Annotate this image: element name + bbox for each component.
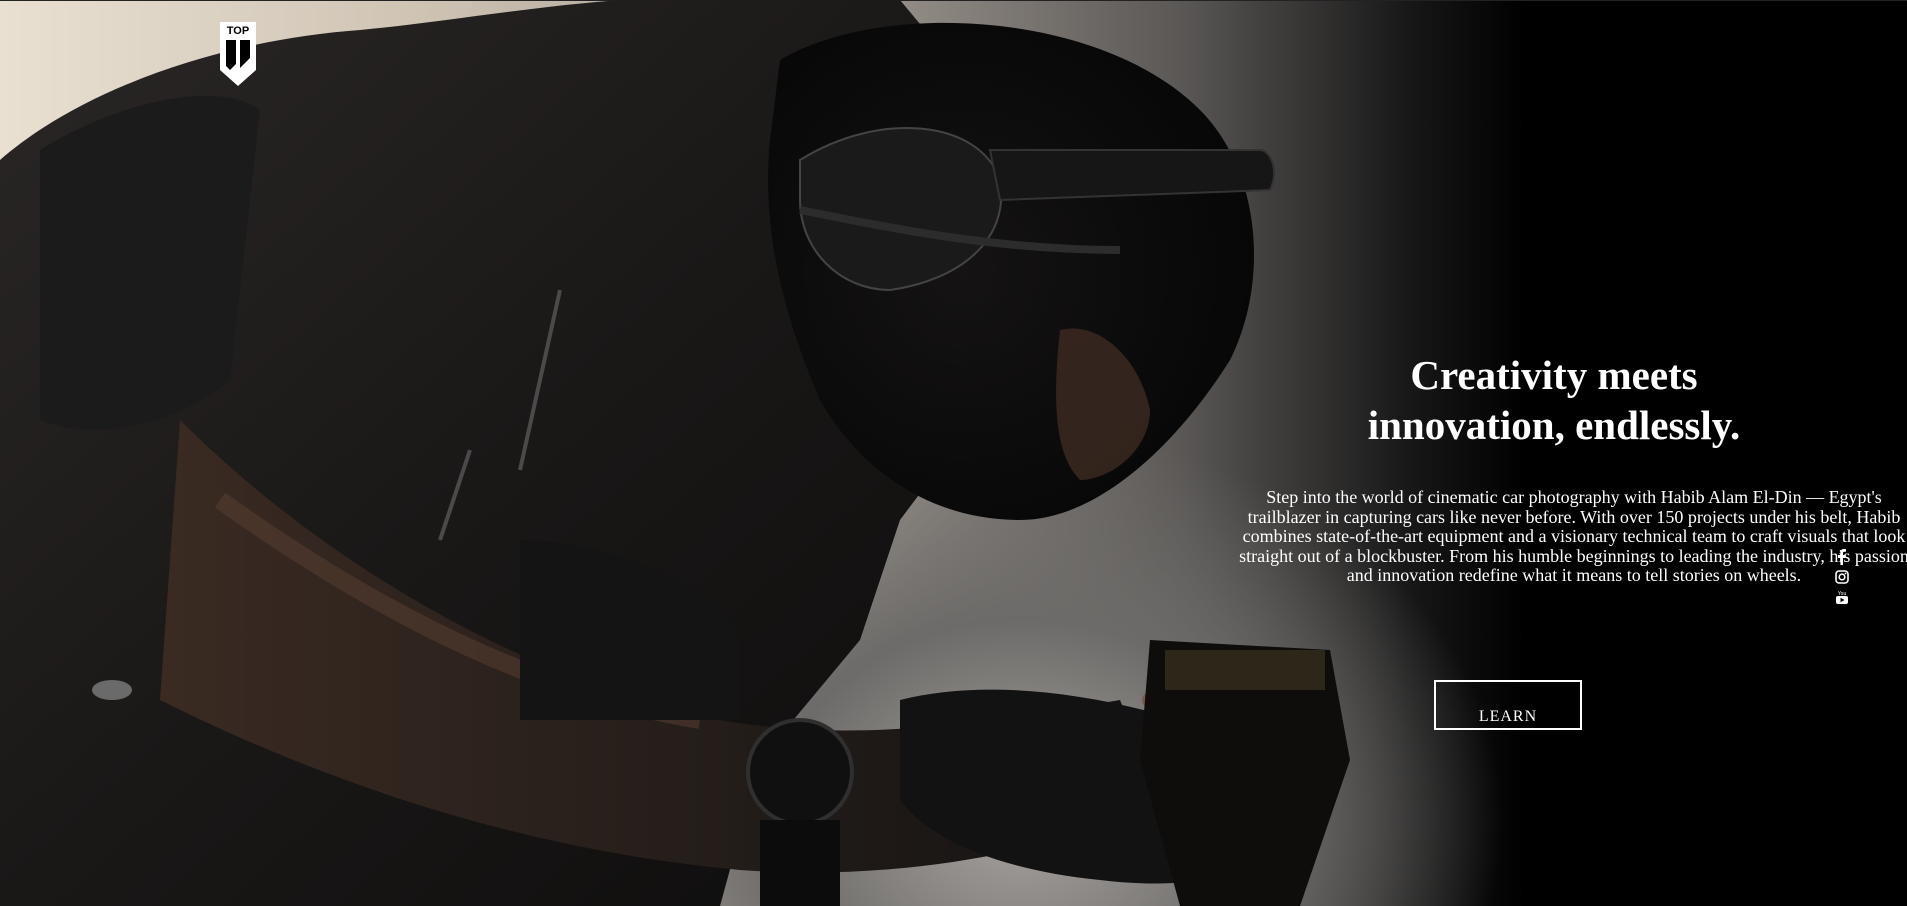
facebook-icon[interactable]: [1834, 548, 1850, 566]
logo-icon[interactable]: TOP: [218, 20, 258, 88]
logo-text: TOP: [227, 25, 249, 37]
instagram-icon[interactable]: [1834, 568, 1850, 586]
hero-headline: Creativity meets innovation, endlessly.: [1326, 350, 1782, 450]
hero-section: TOP Creativity meets innovation, endless…: [0, 0, 1907, 906]
hero-description: Step into the world of cinematic car pho…: [1239, 487, 1907, 585]
hero-headline-line2: innovation, endlessly.: [1367, 402, 1741, 448]
learn-button[interactable]: LEARN: [1434, 680, 1582, 730]
youtube-icon[interactable]: You: [1834, 588, 1850, 606]
hero-photo-photographer: [0, 0, 1350, 906]
social-links: You: [1834, 548, 1850, 608]
hero-headline-line1: Creativity meets: [1410, 352, 1698, 398]
